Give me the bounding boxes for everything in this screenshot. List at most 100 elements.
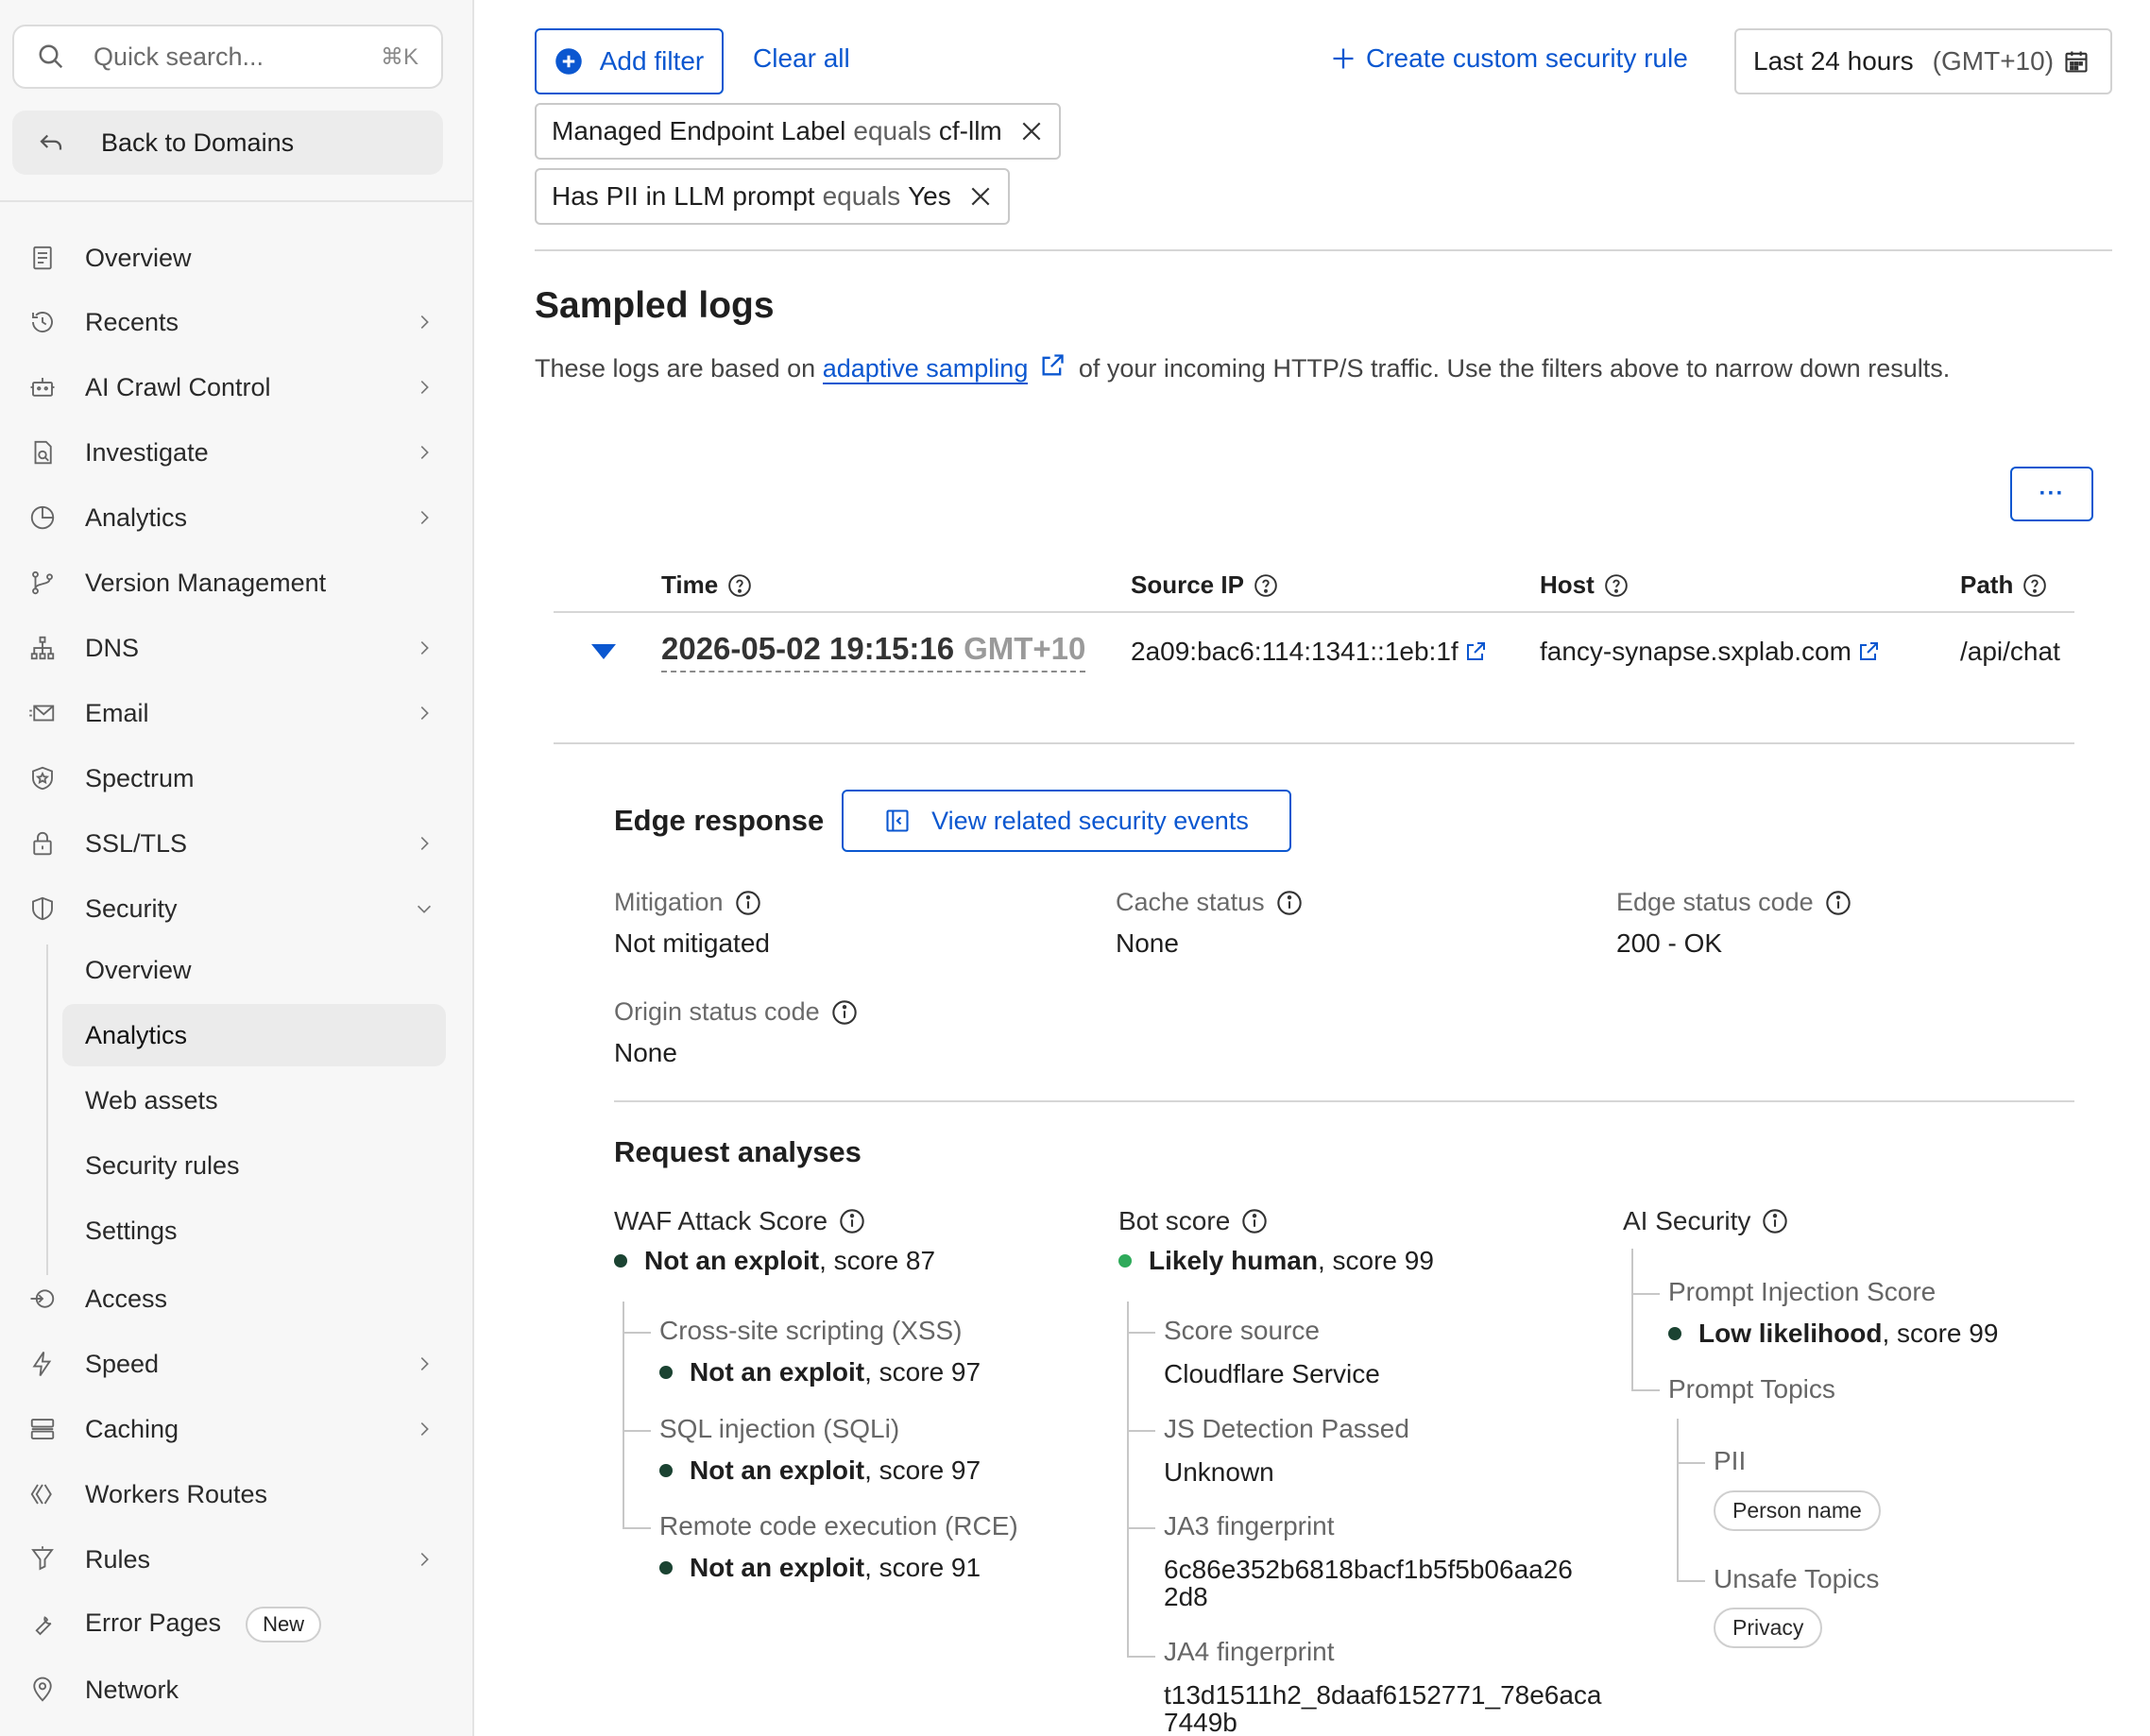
sidebar-item-caching[interactable]: Caching bbox=[28, 1401, 435, 1457]
sidebar-item-error-pages[interactable]: Error Pages New bbox=[28, 1596, 435, 1653]
quick-search-input[interactable]: Quick search... ⌘K bbox=[12, 25, 443, 89]
sidebar-item-overview[interactable]: Overview bbox=[28, 230, 435, 286]
unsafe-topics-label: Unsafe Topics bbox=[1714, 1564, 1880, 1593]
sidebar-item-speed[interactable]: Speed bbox=[28, 1336, 435, 1392]
external-link-icon[interactable] bbox=[1464, 640, 1487, 663]
help-icon[interactable] bbox=[2022, 573, 2047, 598]
log-source-ip[interactable]: 2a09:bac6:114:1341::1eb:1f bbox=[1131, 637, 1487, 667]
sidebar-item-version-management[interactable]: Version Management bbox=[28, 554, 435, 611]
close-icon[interactable] bbox=[968, 184, 993, 209]
chevron-right-icon[interactable] bbox=[414, 703, 435, 723]
info-icon[interactable] bbox=[831, 999, 858, 1026]
sidebar-item-access[interactable]: Access bbox=[28, 1270, 435, 1327]
envelope-icon bbox=[29, 705, 55, 722]
storage-icon bbox=[30, 1419, 55, 1439]
sidebar-item-rules[interactable]: Rules bbox=[28, 1531, 435, 1588]
ai-tree-line bbox=[1631, 1249, 1633, 1390]
waf-attack-score-label: WAF Attack Score bbox=[614, 1206, 865, 1236]
chevron-right-icon[interactable] bbox=[414, 507, 435, 528]
help-icon[interactable] bbox=[1254, 573, 1278, 598]
external-link-icon[interactable] bbox=[1857, 640, 1880, 663]
cache-status-label: Cache status bbox=[1116, 888, 1303, 917]
filter-chip[interactable]: Has PII in LLM prompt equals Yes bbox=[535, 168, 1010, 225]
chevron-down-icon[interactable] bbox=[414, 898, 435, 919]
sidebar-item-analytics[interactable]: Analytics bbox=[28, 489, 435, 546]
clear-all-link[interactable]: Clear all bbox=[753, 43, 850, 74]
chevron-right-icon[interactable] bbox=[414, 833, 435, 854]
sidebar-item-label: Version Management bbox=[85, 569, 435, 598]
sidebar-item-workers-routes[interactable]: Workers Routes bbox=[28, 1466, 435, 1523]
table-header-divider bbox=[554, 611, 2074, 613]
sidebar-item-label: Workers Routes bbox=[85, 1480, 435, 1509]
waf-label-text: WAF Attack Score bbox=[614, 1206, 828, 1235]
adaptive-sampling-link[interactable]: adaptive sampling bbox=[822, 354, 1029, 384]
chevron-right-icon[interactable] bbox=[414, 442, 435, 463]
chevron-right-icon[interactable] bbox=[414, 1353, 435, 1374]
create-custom-rule-link[interactable]: Create custom security rule bbox=[1330, 43, 1688, 74]
info-icon[interactable] bbox=[1241, 1208, 1268, 1234]
back-to-domains-button[interactable]: Back to Domains bbox=[12, 111, 443, 175]
more-options-button[interactable]: ··· bbox=[2010, 467, 2093, 521]
sidebar-item-security[interactable]: Security bbox=[28, 880, 435, 937]
info-icon[interactable] bbox=[839, 1208, 865, 1234]
add-filter-label: Add filter bbox=[599, 46, 705, 76]
network-tree-icon bbox=[30, 636, 55, 660]
js-detection-value: Unknown bbox=[1164, 1457, 1274, 1487]
info-icon[interactable] bbox=[1825, 890, 1851, 916]
tree-branch bbox=[1631, 1293, 1660, 1295]
sidebar-item-label-text: Analytics bbox=[85, 502, 188, 532]
chevron-right-icon[interactable] bbox=[414, 312, 435, 332]
plus-icon bbox=[1333, 48, 1354, 69]
waf-score: , score 87 bbox=[819, 1246, 936, 1275]
lock-icon bbox=[33, 831, 52, 856]
xss-label: Cross-site scripting (XSS) bbox=[659, 1316, 963, 1345]
help-icon[interactable] bbox=[727, 573, 752, 598]
origin-status-code-label-text: Origin status code bbox=[614, 997, 820, 1026]
rce-label: Remote code execution (RCE) bbox=[659, 1511, 1018, 1540]
help-icon[interactable] bbox=[1604, 573, 1629, 598]
info-icon[interactable] bbox=[1762, 1208, 1788, 1234]
chevron-right-icon[interactable] bbox=[414, 1549, 435, 1570]
sidebar-item-ai-crawl-control[interactable]: AI Crawl Control bbox=[28, 359, 435, 416]
close-icon[interactable] bbox=[1019, 119, 1044, 144]
time-range-select[interactable]: Last 24 hours (GMT+10) bbox=[1734, 28, 2112, 94]
add-filter-button[interactable]: Add filter bbox=[535, 28, 724, 94]
collapse-row-icon[interactable] bbox=[589, 642, 618, 661]
sidebar-subitem-security-rules[interactable]: Security rules bbox=[62, 1134, 446, 1197]
col-time: Time bbox=[661, 570, 752, 600]
info-icon[interactable] bbox=[735, 890, 761, 916]
time-range-value: Last 24 hours bbox=[1753, 46, 1914, 76]
chevron-right-icon[interactable] bbox=[414, 377, 435, 398]
chevron-right-icon[interactable] bbox=[414, 1419, 435, 1439]
sidebar-item-investigate[interactable]: Investigate bbox=[28, 424, 435, 481]
sidebar-subitem-analytics[interactable]: Analytics bbox=[62, 1004, 446, 1066]
sidebar-item-label-text: Error Pages bbox=[85, 1608, 222, 1637]
pie-chart-icon bbox=[30, 505, 55, 530]
sidebar-subitem-overview[interactable]: Overview bbox=[62, 939, 446, 1001]
prompt-injection-score: , score 99 bbox=[1882, 1319, 1999, 1348]
cache-status-value: None bbox=[1116, 928, 1179, 958]
sidebar-item-ssl-tls[interactable]: SSL/TLS bbox=[28, 815, 435, 872]
sidebar-item-email[interactable]: Email bbox=[28, 685, 435, 741]
sidebar-item-recents[interactable]: Recents bbox=[28, 294, 435, 350]
filter-chip[interactable]: Managed Endpoint Label equals cf-llm bbox=[535, 103, 1061, 160]
filter-chip-value: Yes bbox=[908, 181, 951, 211]
chevron-right-icon[interactable] bbox=[414, 638, 435, 658]
status-dot bbox=[659, 1561, 673, 1574]
info-icon[interactable] bbox=[1276, 890, 1303, 916]
ja4-value-line2: 7449b bbox=[1164, 1708, 1237, 1736]
sidebar-item-spectrum[interactable]: Spectrum bbox=[28, 750, 435, 807]
filter-chip-value: cf-llm bbox=[938, 116, 1002, 145]
sidebar-item-label-text: Recents bbox=[85, 307, 179, 336]
sidebar-item-dns[interactable]: DNS bbox=[28, 620, 435, 676]
log-time[interactable]: 2026-05-02 19:15:16 GMT+10 bbox=[661, 631, 1086, 672]
log-host[interactable]: fancy-synapse.sxplab.com bbox=[1540, 637, 1880, 667]
bot-score-label: Bot score bbox=[1118, 1206, 1268, 1236]
view-related-security-events-button[interactable]: View related security events bbox=[842, 790, 1291, 852]
tree-branch bbox=[1127, 1430, 1155, 1432]
score-source-label: Score source bbox=[1164, 1316, 1320, 1345]
filter-chip-field: Has PII in LLM prompt bbox=[552, 181, 815, 211]
sidebar-item-network[interactable]: Network bbox=[28, 1661, 435, 1718]
sidebar-subitem-settings[interactable]: Settings bbox=[62, 1200, 446, 1262]
sidebar-subitem-web-assets[interactable]: Web assets bbox=[62, 1069, 446, 1132]
